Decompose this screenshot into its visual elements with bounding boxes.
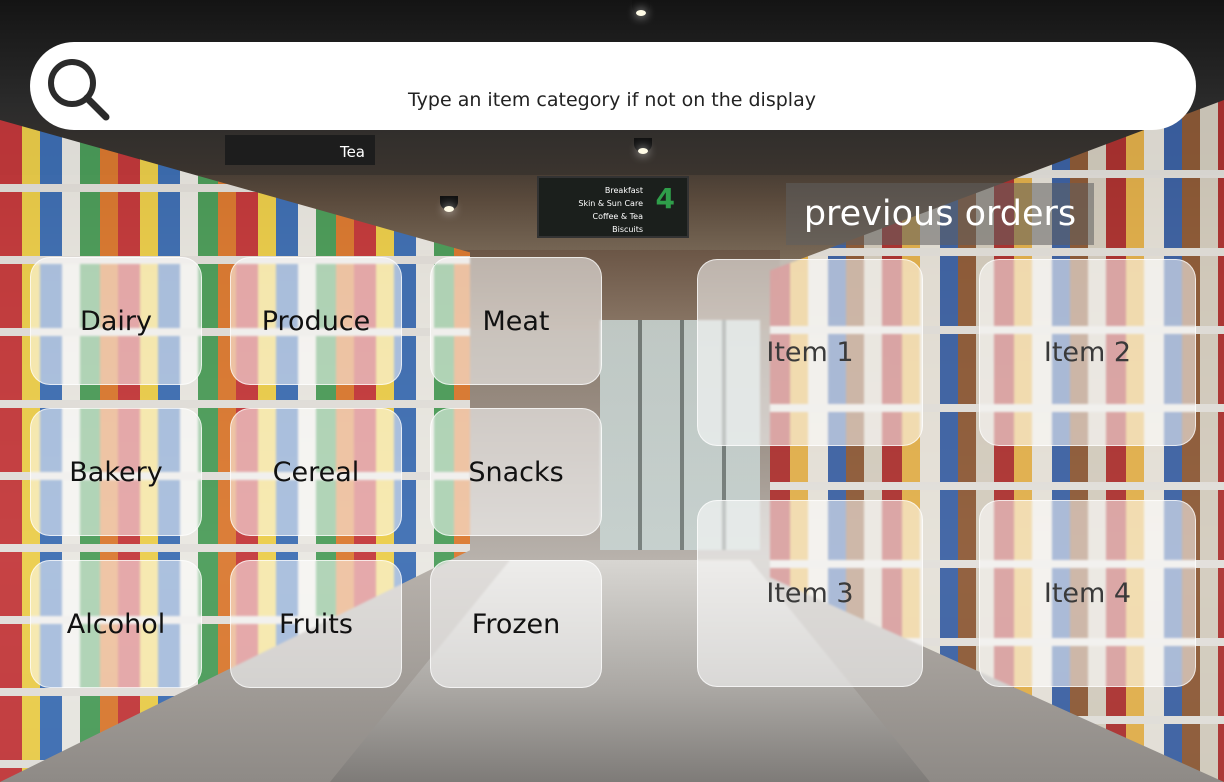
category-alcohol-button[interactable]: Alcohol — [30, 560, 202, 688]
category-produce-button[interactable]: Produce — [230, 257, 402, 385]
category-dairy-button[interactable]: Dairy — [30, 257, 202, 385]
aisle-number: 4 — [655, 182, 675, 215]
ceiling-lamp — [440, 196, 458, 212]
tea-sign: Tea — [225, 135, 375, 165]
ceiling-lamp — [632, 0, 650, 16]
category-fruits-button[interactable]: Fruits — [230, 560, 402, 688]
category-snacks-button[interactable]: Snacks — [430, 408, 602, 536]
aisle-sign-line: Skin & Sun Care — [578, 199, 643, 208]
aisle-sign: Breakfast Skin & Sun Care Coffee & Tea B… — [537, 176, 689, 238]
previous-order-item-3[interactable]: Item 3 — [697, 500, 923, 687]
previous-order-item-2[interactable]: Item 2 — [979, 259, 1196, 446]
ceiling-lamp — [634, 138, 652, 154]
previous-order-item-4[interactable]: Item 4 — [979, 500, 1196, 687]
category-meat-button[interactable]: Meat — [430, 257, 602, 385]
aisle-sign-line: Coffee & Tea — [592, 212, 643, 221]
search-input[interactable] — [130, 86, 1094, 118]
aisle-sign-line: Biscuits — [612, 225, 643, 234]
search-icon[interactable] — [44, 55, 114, 125]
category-frozen-button[interactable]: Frozen — [430, 560, 602, 688]
aisle-sign-line: Breakfast — [604, 186, 643, 195]
previous-order-item-1[interactable]: Item 1 — [697, 259, 923, 446]
category-cereal-button[interactable]: Cereal — [230, 408, 402, 536]
previous-orders-title: previous orders — [786, 183, 1094, 245]
category-bakery-button[interactable]: Bakery — [30, 408, 202, 536]
